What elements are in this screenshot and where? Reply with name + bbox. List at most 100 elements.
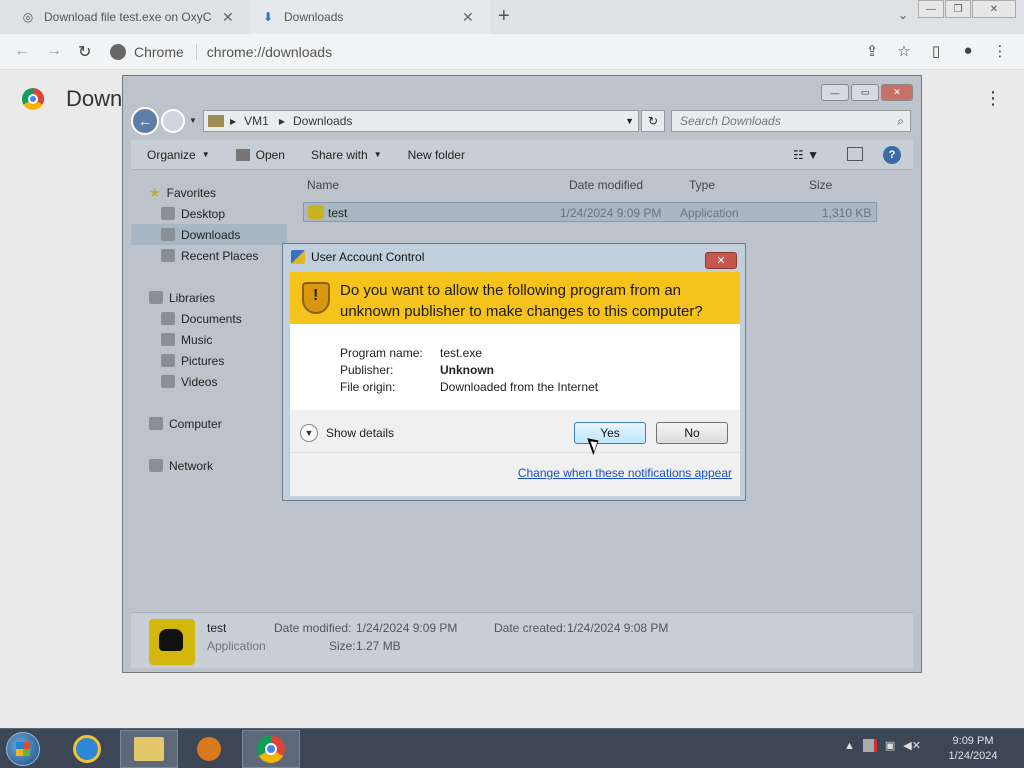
open-icon — [235, 148, 250, 161]
chevron-down-icon: ▼ — [300, 424, 318, 442]
tab-search-chevron-icon[interactable]: ⌄ — [898, 8, 908, 22]
application-large-icon — [149, 619, 195, 665]
site-chip[interactable]: Chrome — [110, 44, 197, 60]
nav-network[interactable]: Network — [131, 455, 287, 476]
column-header-date-modified[interactable]: Date modified — [569, 178, 643, 192]
breadcrumb-downloads[interactable]: Downloads — [293, 114, 352, 128]
close-window-button[interactable]: ✕ — [972, 0, 1016, 18]
back-icon[interactable]: ← — [131, 107, 159, 135]
address-bar[interactable]: ▶ VM1 ▶ Downloads ▼ — [203, 110, 639, 132]
share-icon[interactable]: ⇪ — [860, 42, 884, 60]
show-details-toggle[interactable]: ▼ Show details — [300, 424, 394, 442]
tab-close-icon[interactable]: ✕ — [222, 9, 234, 26]
share-with-button[interactable]: Share with ▼ — [311, 148, 382, 162]
breadcrumb-separator-icon: ▶ — [230, 116, 237, 126]
history-dropdown-icon[interactable]: ▼ — [189, 116, 197, 125]
taskbar-media-player[interactable] — [180, 730, 238, 768]
search-box[interactable]: ⌕ — [671, 110, 911, 132]
show-hidden-icons-icon[interactable]: ▲ — [844, 740, 855, 752]
tab-close-icon[interactable]: ✕ — [462, 9, 474, 26]
nav-desktop[interactable]: Desktop — [131, 203, 287, 224]
nav-documents[interactable]: Documents — [131, 308, 287, 329]
network-status-icon[interactable]: ▣ — [885, 739, 895, 752]
file-type: Application — [680, 206, 739, 220]
new-folder-button[interactable]: New folder — [408, 148, 465, 162]
uac-close-button[interactable]: ✕ — [705, 252, 737, 269]
nav-libraries-label: Libraries — [169, 290, 216, 305]
chevron-down-icon: ▼ — [201, 150, 210, 159]
explorer-maximize-button[interactable]: ▭ — [851, 84, 879, 101]
publisher-label: Publisher: — [340, 363, 394, 377]
warning-shield-icon — [302, 282, 330, 314]
notification-settings-link[interactable]: Change when these notifications appear — [518, 466, 732, 480]
back-arrow-icon[interactable]: ← — [14, 42, 30, 60]
nav-favorites-label: Favorites — [166, 185, 217, 200]
nav-downloads[interactable]: Downloads — [131, 224, 287, 245]
show-details-label: Show details — [326, 426, 395, 440]
url-text[interactable]: chrome://downloads — [207, 44, 332, 60]
nav-music[interactable]: Music — [131, 329, 287, 350]
side-panel-icon[interactable]: ▯ — [924, 42, 948, 60]
nav-pictures[interactable]: Pictures — [131, 350, 287, 371]
yes-button[interactable]: Yes — [574, 422, 646, 444]
column-header-size[interactable]: Size — [809, 178, 832, 192]
tab-downloads[interactable]: ⬇ Downloads ✕ — [250, 0, 490, 34]
omnibox[interactable]: Chrome chrome://downloads — [110, 38, 890, 66]
file-size: 1,310 KB — [822, 206, 872, 220]
bookmark-star-icon[interactable]: ☆ — [892, 42, 916, 60]
folder-icon — [208, 115, 224, 127]
window-controls: — ❐ ✕ — [917, 0, 1016, 18]
uac-banner: Do you want to allow the following progr… — [290, 272, 740, 324]
reload-icon[interactable]: ↻ — [78, 42, 91, 62]
action-center-flag-icon[interactable] — [862, 739, 877, 752]
volume-muted-icon[interactable]: ◀✕ — [903, 739, 921, 752]
open-button[interactable]: Open — [235, 148, 285, 162]
refresh-icon[interactable]: ↻ — [641, 110, 665, 132]
nav-documents-label: Documents — [181, 311, 242, 326]
page-menu-icon[interactable]: ⋮ — [984, 88, 1002, 109]
system-clock[interactable]: 9:09 PM 1/24/2024 — [938, 734, 1008, 764]
nav-recent-places-label: Recent Places — [181, 248, 259, 263]
change-view-icon[interactable]: ☷ ▼ — [793, 148, 819, 162]
search-input[interactable] — [680, 114, 880, 128]
taskbar-chrome[interactable] — [242, 730, 300, 768]
forward-arrow-icon[interactable]: → — [46, 42, 62, 60]
nav-computer[interactable]: Computer — [131, 413, 287, 434]
nav-libraries[interactable]: Libraries — [131, 287, 287, 308]
explorer-minimize-button[interactable]: — — [821, 84, 849, 101]
column-header-name[interactable]: Name — [307, 178, 339, 192]
uac-dialog: User Account Control ✕ Do you want to al… — [282, 243, 746, 501]
site-label: Chrome — [134, 44, 184, 60]
organize-button[interactable]: Organize ▼ — [147, 148, 210, 162]
nav-downloads-label: Downloads — [181, 227, 241, 242]
new-tab-button[interactable]: + — [498, 5, 510, 28]
address-dropdown-icon[interactable]: ▼ — [625, 116, 634, 126]
preview-pane-icon[interactable] — [847, 147, 863, 161]
taskbar-windows-explorer[interactable] — [120, 730, 178, 768]
nav-pictures-label: Pictures — [181, 353, 225, 368]
restore-button[interactable]: ❐ — [945, 0, 971, 18]
nav-desktop-label: Desktop — [181, 206, 226, 221]
minimize-button[interactable]: — — [918, 0, 944, 18]
kebab-menu-icon[interactable]: ⋮ — [988, 42, 1012, 60]
tab-download-file[interactable]: ◎ Download file test.exe on OxyC ✕ — [10, 0, 250, 34]
nav-videos[interactable]: Videos — [131, 371, 287, 392]
details-size-label: Size: — [329, 639, 356, 653]
column-header-type[interactable]: Type — [689, 178, 715, 192]
profile-icon[interactable]: ● — [956, 42, 980, 60]
nav-recent-places[interactable]: Recent Places — [131, 245, 287, 266]
details-date-modified-label: Date modified: — [274, 621, 352, 635]
share-with-label: Share with — [310, 147, 368, 162]
help-icon[interactable]: ? — [883, 146, 901, 164]
no-button[interactable]: No — [656, 422, 728, 444]
explorer-close-button[interactable]: ✕ — [881, 84, 913, 101]
start-button[interactable] — [6, 732, 40, 766]
forward-icon[interactable] — [161, 109, 185, 133]
videos-icon — [161, 375, 175, 388]
chrome-icon — [257, 735, 285, 763]
breadcrumb-vm1[interactable]: VM1 — [244, 114, 269, 128]
nav-favorites[interactable]: ★ Favorites — [131, 182, 287, 203]
search-icon: ⌕ — [897, 113, 904, 128]
file-row-test[interactable]: test 1/24/2024 9:09 PM Application 1,310… — [303, 202, 877, 222]
taskbar-internet-explorer[interactable] — [58, 730, 116, 768]
